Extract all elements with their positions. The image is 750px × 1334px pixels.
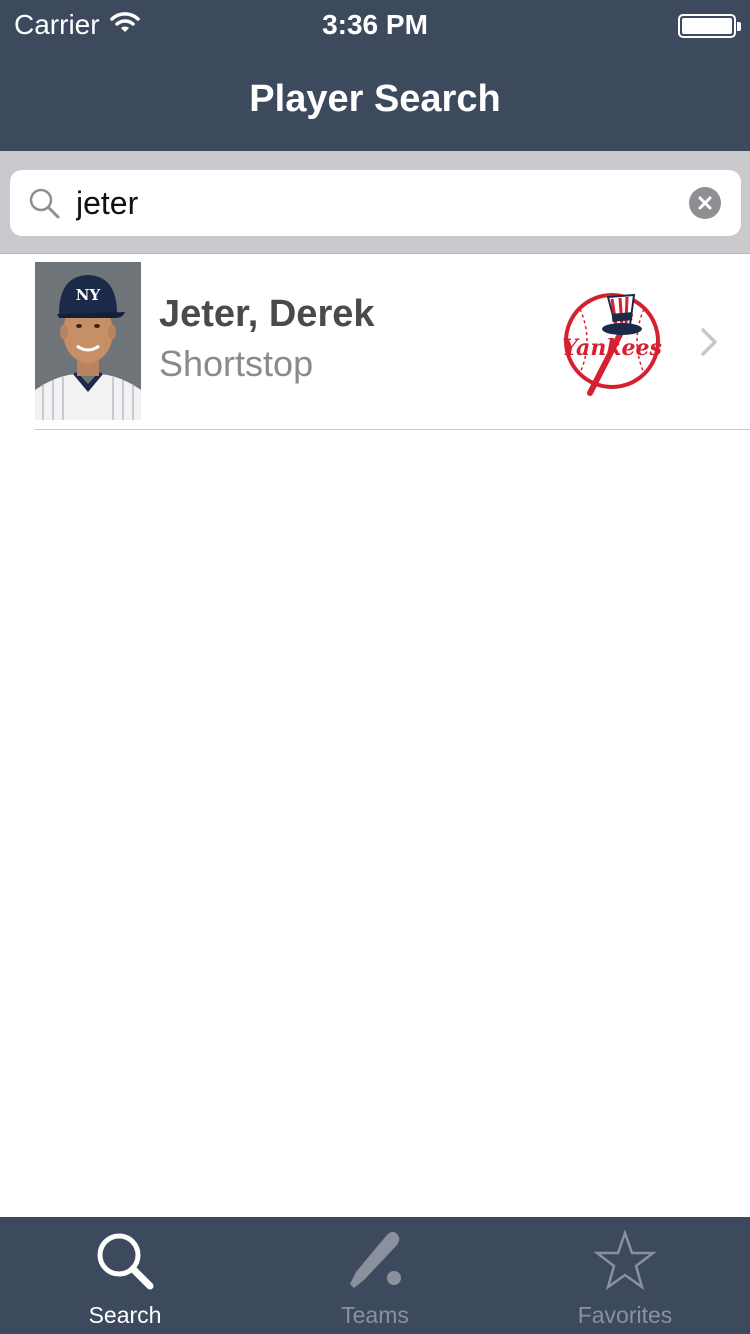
search-icon <box>0 1230 250 1292</box>
player-photo: NY <box>35 262 141 420</box>
baseball-bat-icon <box>250 1230 500 1292</box>
list-item[interactable]: NY Jeter, Derek Shortstop Yankees <box>0 255 750 430</box>
tab-teams[interactable]: Teams <box>250 1217 500 1334</box>
player-position: Shortstop <box>159 343 314 384</box>
navigation-header: Carrier 3:36 PM Player Search <box>0 0 750 151</box>
tab-search[interactable]: Search <box>0 1217 250 1334</box>
app-screen: Carrier 3:36 PM Player Search jeter NY J… <box>0 0 750 1334</box>
search-box[interactable] <box>10 170 741 236</box>
team-logo: Yankees <box>560 285 668 403</box>
star-icon <box>500 1230 750 1292</box>
page-title: Player Search <box>249 78 501 120</box>
player-name: Jeter, Derek <box>159 293 375 335</box>
team-logo-text: Yankees <box>562 335 662 361</box>
chevron-right-icon <box>700 327 718 362</box>
tab-label-search: Search <box>88 1302 162 1328</box>
status-time: 3:36 PM <box>322 9 428 40</box>
clear-search-button[interactable] <box>689 187 721 219</box>
tab-favorites[interactable]: Favorites <box>500 1217 750 1334</box>
svg-text:NY: NY <box>76 286 101 304</box>
search-icon <box>28 187 62 226</box>
close-icon <box>698 196 712 210</box>
tab-bar: Search Teams Favorites <box>0 1217 750 1334</box>
search-bar-container <box>0 151 750 254</box>
row-separator <box>35 429 750 430</box>
results-list: NY Jeter, Derek Shortstop Yankees <box>0 255 750 430</box>
tab-label-favorites: Favorites <box>577 1302 673 1328</box>
tab-label-teams: Teams <box>341 1302 409 1328</box>
search-input[interactable] <box>76 178 676 228</box>
battery-icon <box>678 14 741 38</box>
status-bar: Carrier 3:36 PM <box>0 0 750 50</box>
